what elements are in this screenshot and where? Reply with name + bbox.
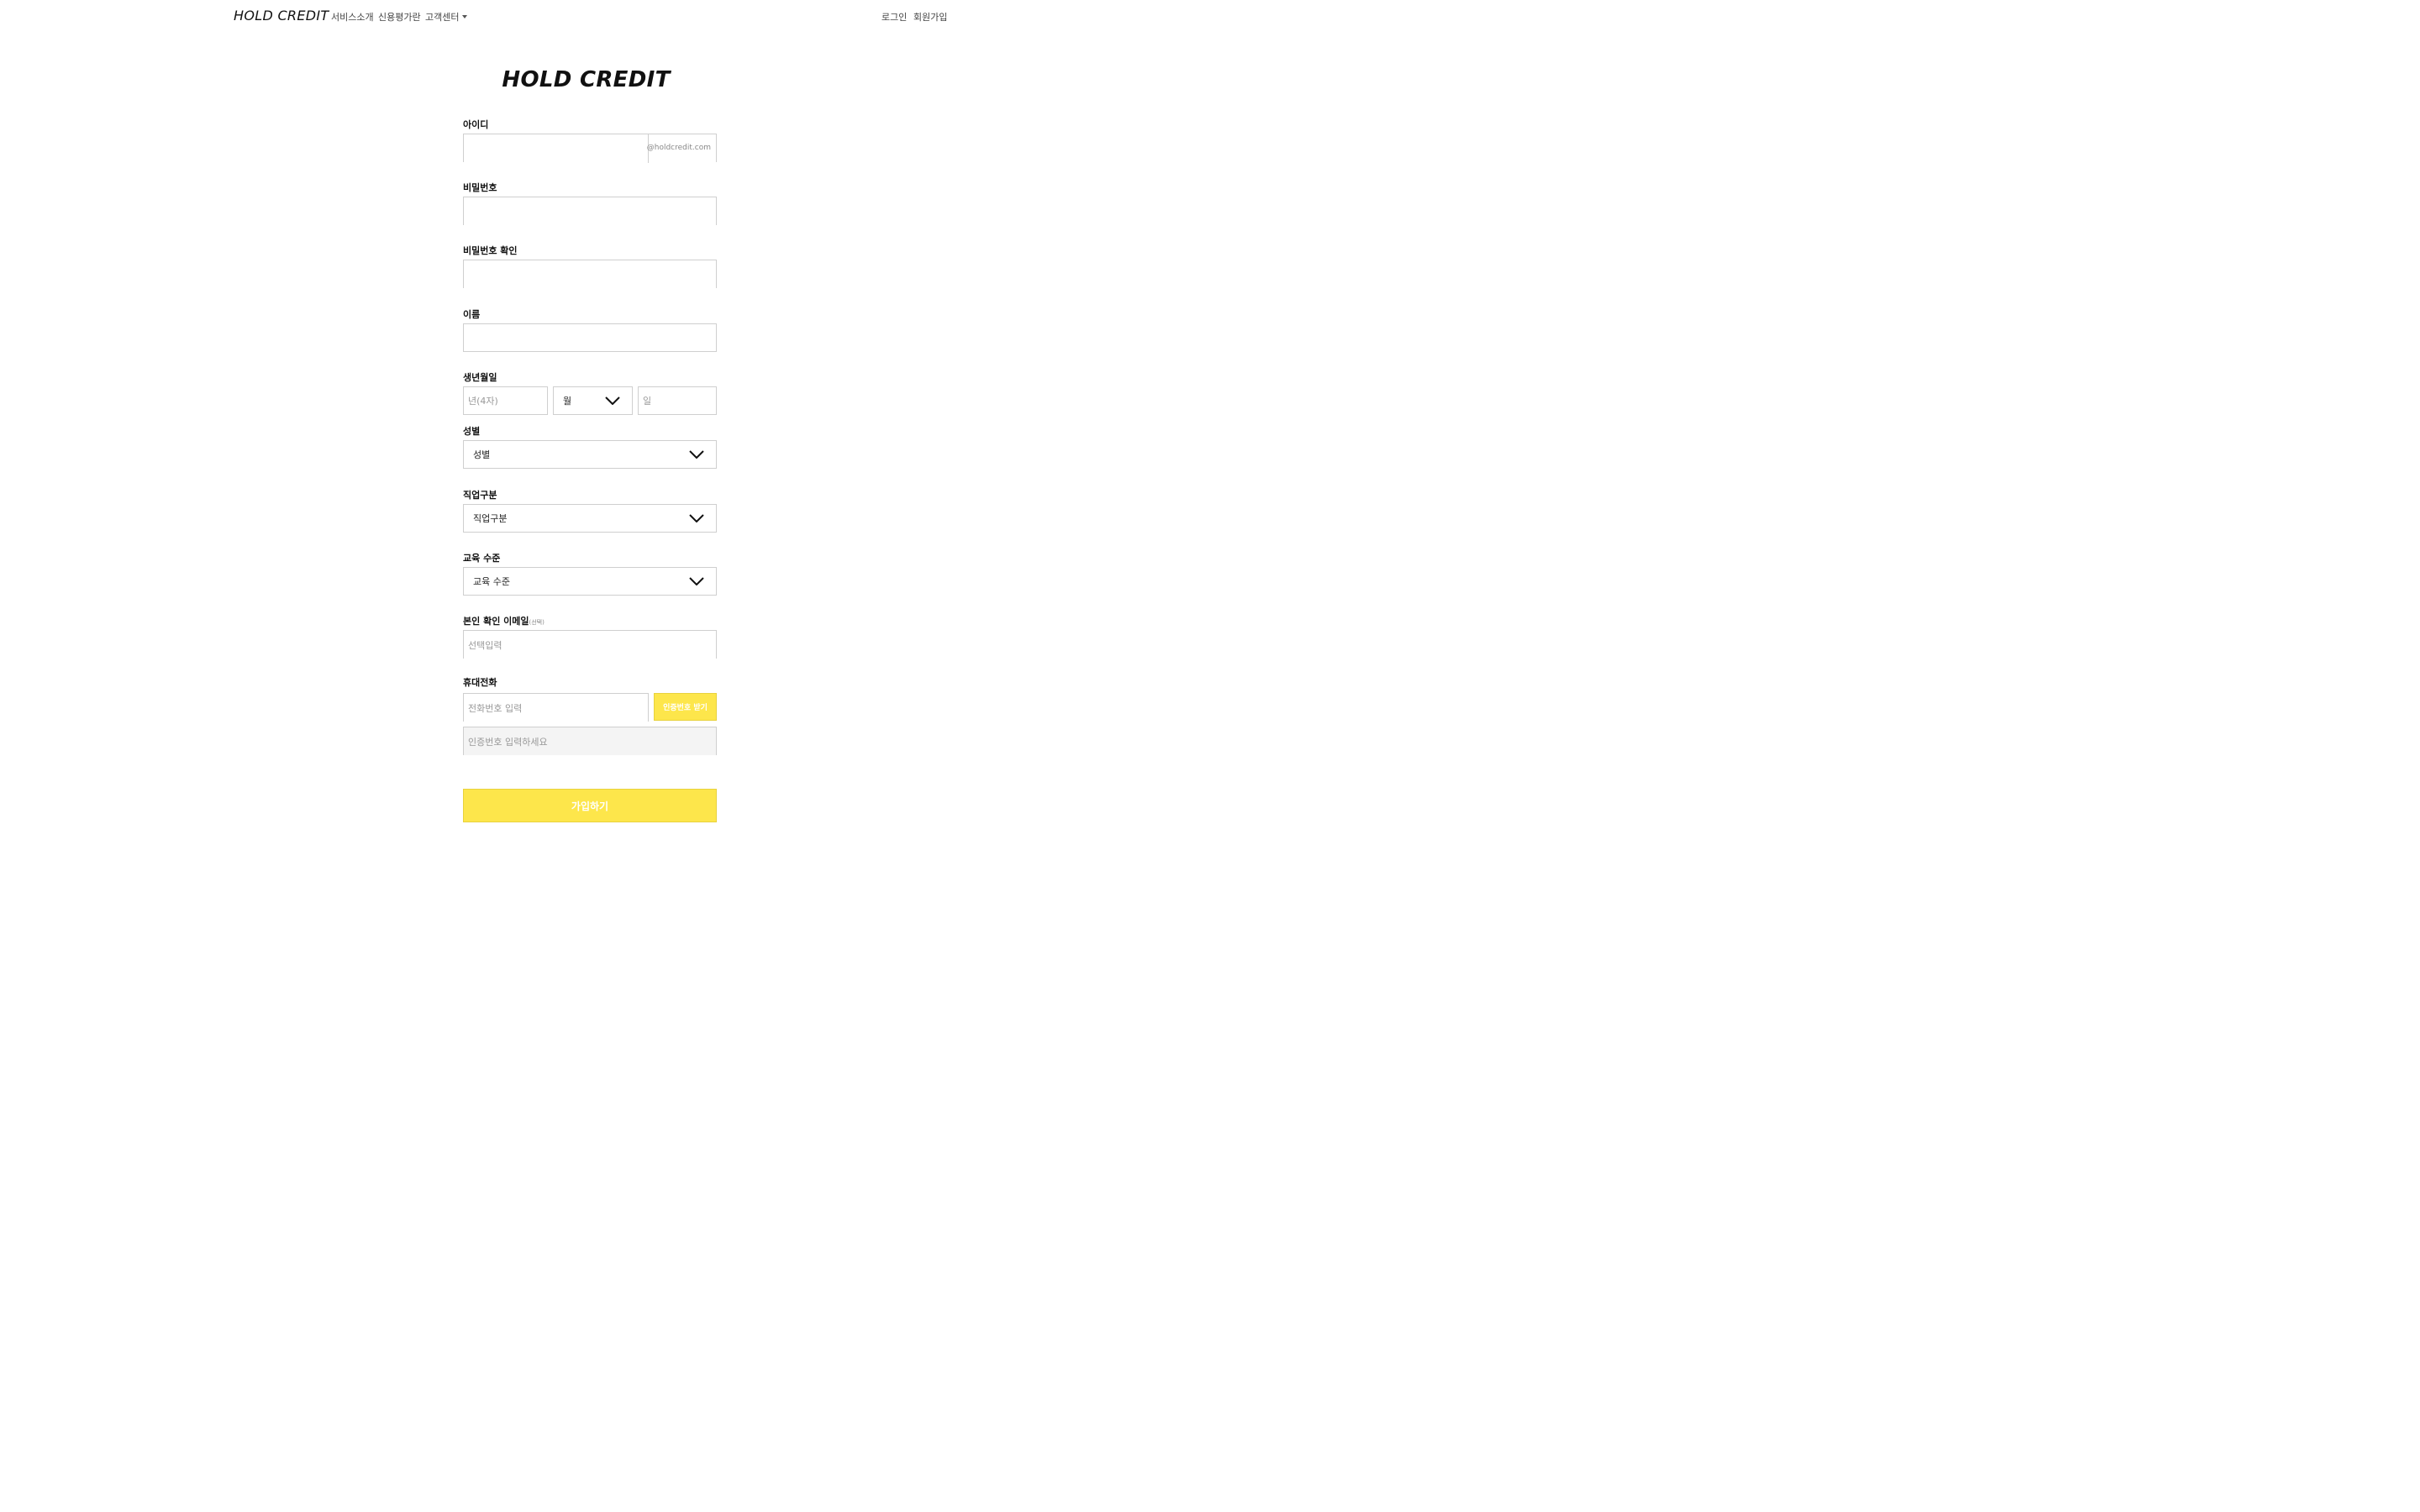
password-input[interactable]: [463, 197, 717, 225]
email-placeholder: 선택입력: [468, 639, 502, 651]
chevron-down-icon: [605, 396, 620, 405]
nav-link-service-intro[interactable]: 서비스소개: [331, 10, 374, 24]
birthdate-label: 생년월일: [463, 372, 497, 383]
email-label-text: 본인 확인 이메일: [463, 616, 529, 627]
login-link[interactable]: 로그인: [881, 10, 907, 24]
top-navbar: HOLD CREDIT 서비스소개 신용평가란 고객센터 로그인 회원가입: [0, 0, 1302, 34]
signup-link[interactable]: 회원가입: [913, 10, 947, 24]
password-confirm-label: 비밀번호 확인: [463, 245, 518, 256]
id-label: 아이디: [463, 119, 489, 130]
chevron-down-icon: [689, 577, 704, 585]
password-confirm-input[interactable]: [463, 260, 717, 288]
nav-dropdown-customer-center[interactable]: 고객센터: [425, 10, 468, 24]
phone-label: 휴대전화: [463, 677, 497, 688]
birth-year-placeholder: 년(4자): [468, 396, 498, 407]
gender-label: 성별: [463, 426, 481, 437]
signup-submit-button[interactable]: 가입하기: [463, 789, 717, 822]
caret-down-icon: [462, 15, 468, 18]
chevron-down-icon: [689, 450, 704, 459]
birth-month-select[interactable]: 월: [553, 386, 633, 415]
job-select[interactable]: 직업구분: [463, 504, 717, 533]
gender-value: 성별: [473, 449, 491, 460]
birth-month-value: 월: [563, 396, 572, 407]
job-value: 직업구분: [473, 513, 508, 524]
gender-select[interactable]: 성별: [463, 440, 717, 469]
nav-link-credit-rating[interactable]: 신용평가란: [378, 10, 421, 24]
password-label: 비밀번호: [463, 182, 497, 193]
birth-day-placeholder: 일: [643, 396, 652, 407]
education-select[interactable]: 교육 수준: [463, 567, 717, 596]
email-optional-note: (선택): [529, 619, 544, 626]
send-verification-code-button[interactable]: 인증번호 받기: [654, 693, 717, 721]
phone-placeholder: 전화번호 입력: [468, 702, 523, 714]
verification-code-input[interactable]: 인증번호 입력하세요: [463, 727, 717, 755]
birth-day-input[interactable]: 일: [638, 386, 717, 415]
birth-year-input[interactable]: 년(4자): [463, 386, 548, 415]
name-label: 이름: [463, 309, 481, 320]
email-input[interactable]: 선택입력: [463, 630, 717, 659]
email-label: 본인 확인 이메일(선택): [463, 614, 544, 627]
phone-input[interactable]: 전화번호 입력: [463, 693, 649, 722]
nav-dropdown-label: 고객센터: [425, 12, 460, 23]
education-label: 교육 수준: [463, 553, 501, 564]
id-input[interactable]: @holdcredit.com: [463, 134, 717, 163]
brand-logo[interactable]: HOLD CREDIT: [234, 8, 329, 24]
chevron-down-icon: [689, 514, 704, 522]
job-label: 직업구분: [463, 490, 497, 501]
form-title: HOLD CREDIT: [502, 67, 671, 92]
id-domain-suffix: @holdcredit.com: [646, 144, 711, 152]
verification-code-placeholder: 인증번호 입력하세요: [468, 736, 548, 748]
name-input[interactable]: [463, 323, 717, 352]
education-value: 교육 수준: [473, 576, 510, 587]
